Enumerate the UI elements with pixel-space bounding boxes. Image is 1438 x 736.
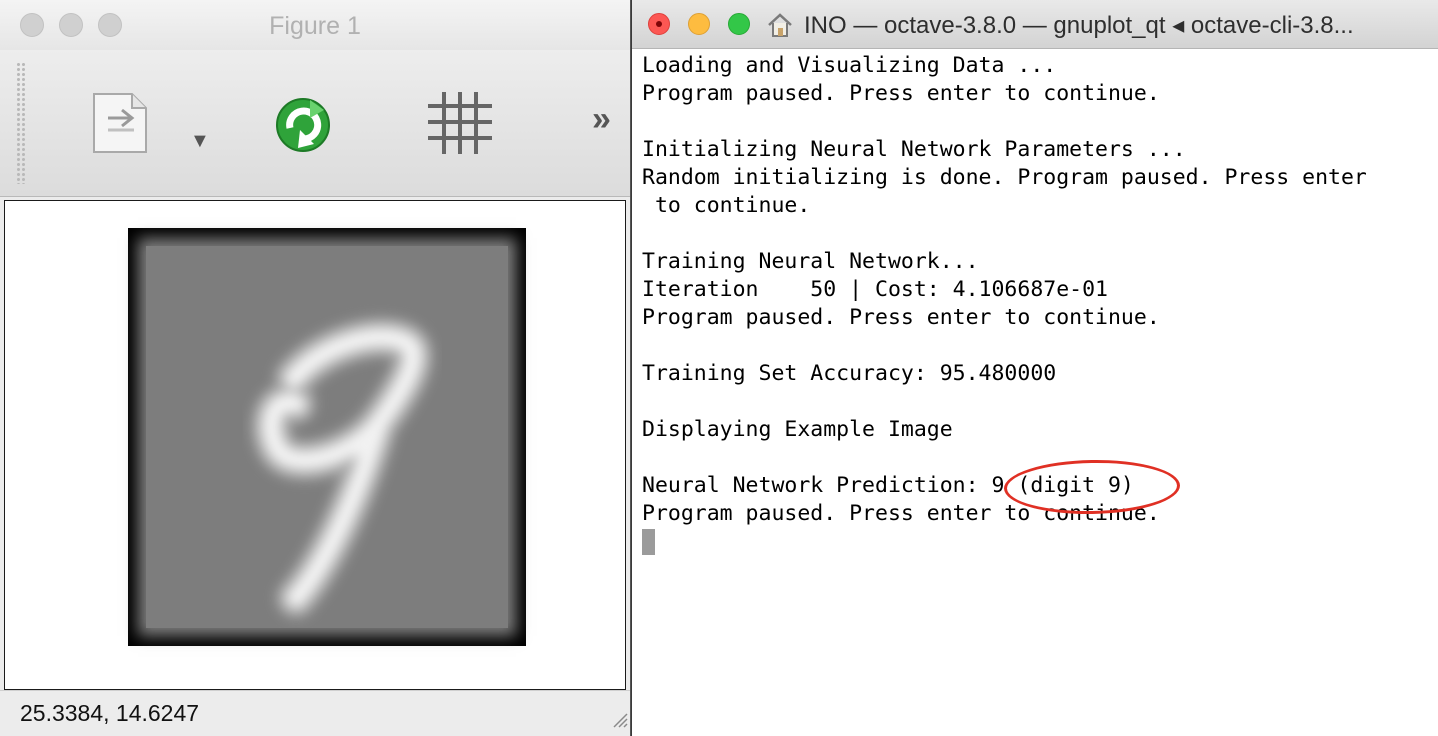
terminal-line: Loading and Visualizing Data ... [642, 53, 1057, 78]
terminal-title: INO — octave-3.8.0 — gnuplot_qt ◂ octave… [804, 12, 1354, 39]
grid-icon[interactable] [426, 90, 494, 161]
digit-image [128, 228, 526, 646]
home-icon [766, 12, 794, 43]
terminal-titlebar: INO — octave-3.8.0 — gnuplot_qt ◂ octave… [632, 0, 1438, 49]
minimize-button[interactable] [688, 13, 710, 35]
zoom-button[interactable] [728, 13, 750, 35]
terminal-line: Program paused. Press enter to continue. [642, 305, 1160, 330]
figure-statusbar: 25.3384, 14.6247 [0, 690, 630, 736]
terminal-line: to continue. [642, 193, 811, 218]
resize-grip-icon[interactable] [612, 712, 628, 733]
export-icon[interactable] [88, 90, 160, 161]
overflow-chevron-icon[interactable]: » [592, 100, 611, 139]
figure-titlebar: Figure 1 [0, 0, 630, 51]
figure-window: Figure 1 ▼ » 25.3384, 14.6247 [0, 0, 631, 736]
terminal-line: Program paused. Press enter to continue. [642, 81, 1160, 106]
terminal-line: Random initializing is done. Program pau… [642, 165, 1367, 190]
terminal-line: Training Set Accuracy: 95.480000 [642, 361, 1057, 386]
terminal-window: INO — octave-3.8.0 — gnuplot_qt ◂ octave… [632, 0, 1438, 736]
terminal-line: Iteration 50 | Cost: 4.106687e-01 [642, 277, 1108, 302]
cursor-coordinates: 25.3384, 14.6247 [20, 700, 200, 726]
terminal-line: Training Neural Network... [642, 249, 979, 274]
dropdown-arrow-icon[interactable]: ▼ [190, 130, 210, 153]
close-button[interactable] [648, 13, 670, 35]
terminal-line: Displaying Example Image [642, 417, 953, 442]
terminal-prompt[interactable] [642, 528, 1434, 556]
text-cursor [642, 529, 655, 555]
figure-toolbar: ▼ » [0, 50, 630, 197]
refresh-icon[interactable] [270, 90, 336, 161]
terminal-line: Initializing Neural Network Parameters .… [642, 137, 1186, 162]
figure-title: Figure 1 [269, 12, 361, 40]
close-dot-icon [656, 21, 662, 27]
toolbar-grip[interactable] [16, 62, 26, 184]
